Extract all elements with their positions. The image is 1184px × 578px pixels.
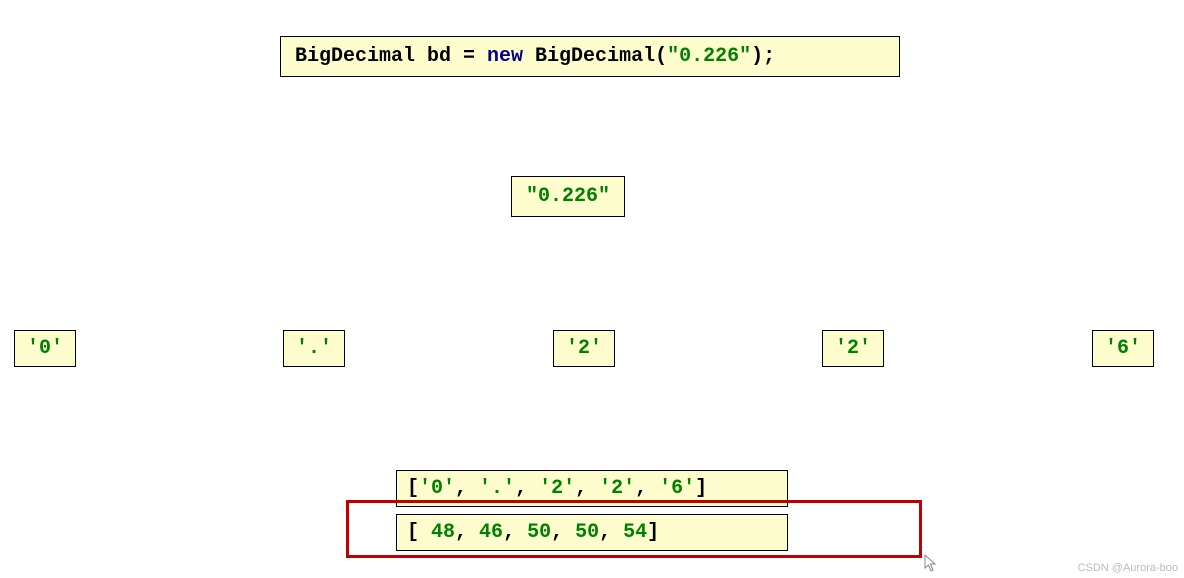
arr-v3: '2' bbox=[599, 477, 635, 500]
char-box-1: '.' bbox=[283, 330, 345, 367]
arr-s2: , bbox=[575, 477, 599, 500]
code-suffix: ); bbox=[751, 45, 775, 68]
arr-v4: '6' bbox=[659, 477, 695, 500]
string-value-box: "0.226" bbox=[511, 176, 625, 217]
arr-s1: , bbox=[515, 477, 539, 500]
char-box-0: '0' bbox=[14, 330, 76, 367]
code-string-literal: "0.226" bbox=[667, 45, 751, 68]
arr-v2: '2' bbox=[539, 477, 575, 500]
code-keyword-new: new bbox=[487, 45, 523, 68]
char-box-2: '2' bbox=[553, 330, 615, 367]
arr-s0: , bbox=[455, 477, 479, 500]
arr-v0: '0' bbox=[419, 477, 455, 500]
char-box-4: '6' bbox=[1092, 330, 1154, 367]
arr-close: ] bbox=[695, 477, 707, 500]
cursor-icon bbox=[924, 554, 938, 572]
watermark-text: CSDN @Aurora-boo bbox=[1078, 562, 1178, 574]
highlight-rectangle bbox=[346, 500, 922, 558]
code-mid: BigDecimal( bbox=[523, 45, 667, 68]
arr-open: [ bbox=[407, 477, 419, 500]
char-box-3: '2' bbox=[822, 330, 884, 367]
code-prefix: BigDecimal bd = bbox=[295, 45, 487, 68]
arr-s3: , bbox=[635, 477, 659, 500]
code-declaration-box: BigDecimal bd = new BigDecimal("0.226"); bbox=[280, 36, 900, 77]
arr-v1: '.' bbox=[479, 477, 515, 500]
